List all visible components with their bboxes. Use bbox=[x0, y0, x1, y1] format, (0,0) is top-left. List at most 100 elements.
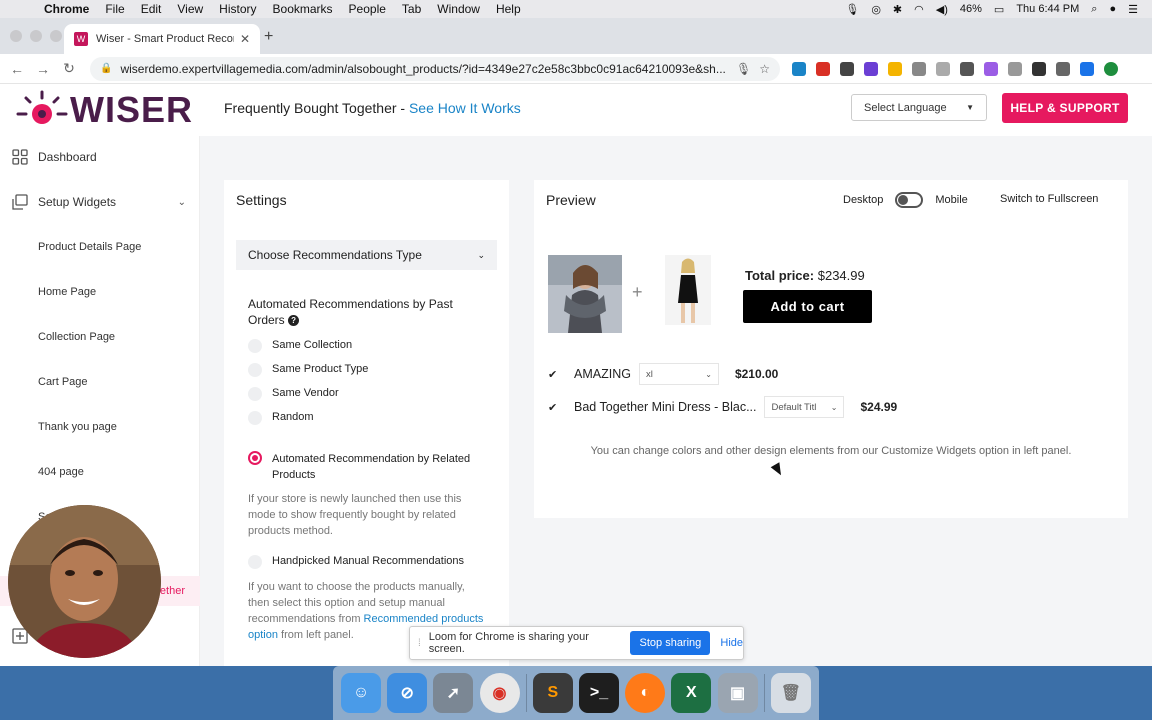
sidebar-item-home-page[interactable]: Home Page bbox=[0, 277, 200, 307]
product-image-scarf[interactable] bbox=[548, 255, 622, 333]
menu-extras-icon[interactable]: ☰ bbox=[1128, 3, 1138, 16]
extension-icon[interactable] bbox=[1032, 61, 1046, 76]
back-icon[interactable]: ← bbox=[4, 61, 30, 77]
launchpad-icon[interactable]: ➚ bbox=[433, 673, 474, 713]
close-tab-icon[interactable]: ✕ bbox=[240, 32, 250, 46]
bluetooth-icon[interactable]: ✱ bbox=[893, 3, 902, 16]
sublime-text-icon[interactable]: S bbox=[532, 673, 573, 713]
menu-edit[interactable]: Edit bbox=[141, 2, 162, 16]
extension-icon[interactable] bbox=[1080, 61, 1094, 76]
extension-icon[interactable] bbox=[936, 61, 950, 76]
sidebar-item-thank-you-page[interactable]: Thank you page bbox=[0, 412, 200, 442]
help-support-button[interactable]: HELP & SUPPORT bbox=[1002, 93, 1128, 123]
extension-icon[interactable] bbox=[888, 61, 902, 76]
product-image-dress[interactable] bbox=[665, 255, 711, 325]
extension-icon[interactable] bbox=[912, 61, 926, 76]
radio-related-products[interactable]: Automated Recommendation by Related Prod… bbox=[248, 451, 488, 483]
safari-icon[interactable]: ⊘ bbox=[387, 673, 428, 713]
minimize-window-button[interactable] bbox=[30, 30, 42, 42]
help-question-icon[interactable]: ? bbox=[288, 315, 300, 327]
extension-icon[interactable] bbox=[816, 61, 830, 76]
sidebar-item-product-details-page[interactable]: Product Details Page bbox=[0, 232, 200, 262]
reload-icon[interactable]: ↻ bbox=[56, 60, 82, 77]
sidebar-item-collection-page[interactable]: Collection Page bbox=[0, 322, 200, 352]
stop-sharing-button[interactable]: Stop sharing bbox=[630, 631, 711, 655]
wifi-icon[interactable]: ◠ bbox=[914, 3, 924, 16]
radio-manual[interactable]: Handpicked Manual Recommendations bbox=[248, 555, 464, 569]
excel-icon[interactable]: X bbox=[671, 673, 712, 713]
device-toggle[interactable] bbox=[895, 192, 924, 208]
maximize-window-button[interactable] bbox=[50, 30, 62, 42]
menu-bookmarks[interactable]: Bookmarks bbox=[273, 2, 333, 16]
variant-select[interactable]: Default Titl ⌄ bbox=[764, 396, 845, 418]
radio-button[interactable] bbox=[248, 363, 262, 377]
radio-button[interactable] bbox=[248, 555, 262, 569]
radio-same-product-type[interactable]: Same Product Type bbox=[248, 363, 368, 377]
desktop-label[interactable]: Desktop bbox=[843, 194, 883, 206]
lock-icon[interactable]: 🔒 bbox=[100, 63, 112, 74]
extension-icon[interactable] bbox=[840, 61, 854, 76]
update-icon[interactable] bbox=[1104, 61, 1118, 76]
extension-icon[interactable] bbox=[1008, 61, 1022, 76]
spotlight-search-icon[interactable]: ⌕ bbox=[1091, 3, 1097, 16]
recommendation-type-dropdown[interactable]: Choose Recommendations Type ⌄ bbox=[236, 240, 497, 270]
browser-tab[interactable]: W Wiser - Smart Product Recomm ✕ bbox=[64, 24, 260, 54]
radio-random[interactable]: Random bbox=[248, 411, 314, 425]
webcam-bubble[interactable] bbox=[8, 505, 161, 658]
variant-select[interactable]: xl ⌄ bbox=[638, 363, 719, 385]
finder-icon[interactable]: ☺ bbox=[341, 673, 381, 713]
bookmark-star-icon[interactable]: ☆ bbox=[759, 62, 770, 76]
sidebar-item-setup-widgets[interactable]: Setup Widgets ⌄ bbox=[0, 187, 200, 217]
menu-file[interactable]: File bbox=[105, 2, 124, 16]
see-how-it-works-link[interactable]: See How It Works bbox=[409, 100, 521, 116]
radio-button[interactable] bbox=[248, 339, 262, 353]
hide-button[interactable]: Hide bbox=[720, 637, 743, 649]
battery-percent[interactable]: 46% bbox=[960, 3, 982, 15]
url-text[interactable]: wiserdemo.expertvillagemedia.com/admin/a… bbox=[120, 62, 730, 76]
sidebar-item-cart-page[interactable]: Cart Page bbox=[0, 367, 200, 397]
menu-app-name[interactable]: Chrome bbox=[44, 2, 89, 16]
switch-to-fullscreen-link[interactable]: Switch to Fullscreen bbox=[1000, 193, 1098, 205]
drag-handle-icon[interactable]: ⁞ bbox=[418, 638, 421, 649]
extension-icon[interactable] bbox=[864, 61, 878, 76]
menu-people[interactable]: People bbox=[349, 2, 386, 16]
extension-icon[interactable] bbox=[984, 61, 998, 76]
sync-icon[interactable]: ◎ bbox=[871, 3, 881, 16]
radio-button-selected[interactable] bbox=[248, 451, 262, 465]
radio-button[interactable] bbox=[248, 411, 262, 425]
new-tab-icon[interactable]: + bbox=[264, 28, 273, 46]
menu-window[interactable]: Window bbox=[437, 2, 480, 16]
radio-same-collection[interactable]: Same Collection bbox=[248, 339, 352, 353]
clock[interactable]: Thu 6:44 PM bbox=[1016, 3, 1079, 15]
extension-icon[interactable] bbox=[960, 61, 974, 76]
checkmark-icon[interactable]: ✔ bbox=[548, 401, 560, 414]
close-window-button[interactable] bbox=[10, 30, 22, 42]
menu-tab[interactable]: Tab bbox=[402, 2, 421, 16]
menu-view[interactable]: View bbox=[177, 2, 203, 16]
puzzle-extensions-icon[interactable] bbox=[1056, 61, 1070, 76]
checkmark-icon[interactable]: ✔ bbox=[548, 368, 560, 381]
forward-icon[interactable]: → bbox=[30, 61, 56, 77]
chrome-icon[interactable]: ◉ bbox=[479, 673, 520, 713]
microphone-icon[interactable]: 🎙 bbox=[845, 3, 859, 16]
terminal-icon[interactable]: >_ bbox=[579, 673, 620, 713]
voice-search-icon[interactable]: 🎙 bbox=[736, 62, 751, 76]
address-bar[interactable]: 🔒 wiserdemo.expertvillagemedia.com/admin… bbox=[90, 56, 780, 81]
language-select[interactable]: Select Language ▼ bbox=[851, 94, 987, 121]
sidebar-item-dashboard[interactable]: Dashboard bbox=[0, 142, 200, 172]
extension-icon[interactable] bbox=[792, 61, 806, 76]
volume-icon[interactable]: ◀) bbox=[936, 3, 948, 16]
add-to-cart-button[interactable]: Add to cart bbox=[743, 290, 872, 323]
radio-same-vendor[interactable]: Same Vendor bbox=[248, 387, 339, 401]
menu-history[interactable]: History bbox=[219, 2, 256, 16]
menu-help[interactable]: Help bbox=[496, 2, 521, 16]
firefox-icon[interactable]: ◐ bbox=[625, 673, 666, 713]
siri-icon[interactable]: ● bbox=[1109, 3, 1116, 15]
wiser-logo[interactable]: WISER bbox=[14, 88, 193, 132]
trash-icon[interactable]: 🗑 bbox=[770, 673, 811, 713]
sidebar-item-404-page[interactable]: 404 page bbox=[0, 457, 200, 487]
battery-icon[interactable]: ▭ bbox=[994, 3, 1004, 16]
radio-button[interactable] bbox=[248, 387, 262, 401]
mobile-label[interactable]: Mobile bbox=[935, 194, 967, 206]
preview-app-icon[interactable]: ▣ bbox=[717, 673, 758, 713]
